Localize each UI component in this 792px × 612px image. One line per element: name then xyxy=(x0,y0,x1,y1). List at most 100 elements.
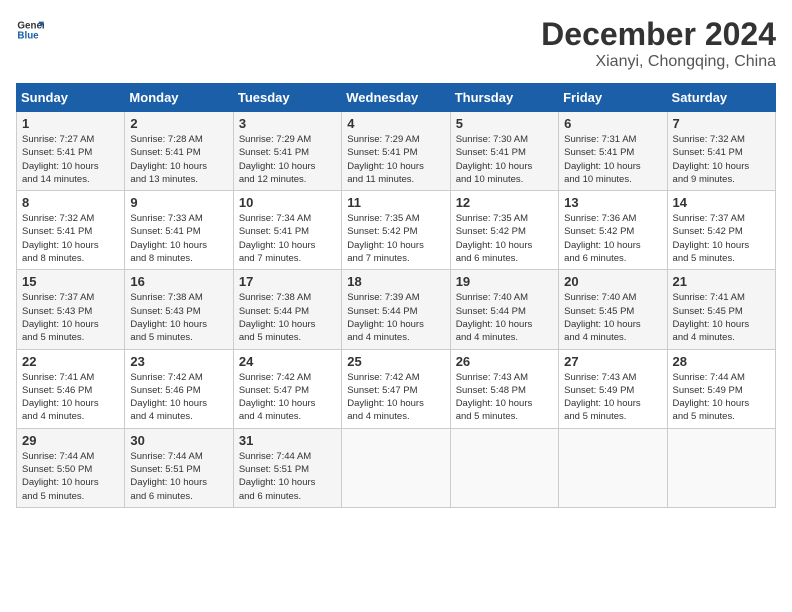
day-number: 24 xyxy=(239,354,336,369)
day-info: Sunrise: 7:37 AM Sunset: 5:43 PM Dayligh… xyxy=(22,291,119,344)
day-number: 14 xyxy=(673,195,770,210)
day-number: 25 xyxy=(347,354,444,369)
day-info: Sunrise: 7:30 AM Sunset: 5:41 PM Dayligh… xyxy=(456,133,553,186)
day-number: 30 xyxy=(130,433,227,448)
day-info: Sunrise: 7:34 AM Sunset: 5:41 PM Dayligh… xyxy=(239,212,336,265)
day-info: Sunrise: 7:42 AM Sunset: 5:47 PM Dayligh… xyxy=(347,371,444,424)
day-number: 28 xyxy=(673,354,770,369)
table-row: 22 Sunrise: 7:41 AM Sunset: 5:46 PM Dayli… xyxy=(17,349,125,428)
day-number: 7 xyxy=(673,116,770,131)
day-number: 3 xyxy=(239,116,336,131)
day-info: Sunrise: 7:38 AM Sunset: 5:43 PM Dayligh… xyxy=(130,291,227,344)
calendar-row-3: 22 Sunrise: 7:41 AM Sunset: 5:46 PM Dayli… xyxy=(17,349,776,428)
table-row: 6Sunrise: 7:31 AM Sunset: 5:41 PM Daylig… xyxy=(559,112,667,191)
table-row: 27 Sunrise: 7:43 AM Sunset: 5:49 PM Dayli… xyxy=(559,349,667,428)
day-info: Sunrise: 7:27 AM Sunset: 5:41 PM Dayligh… xyxy=(22,133,119,186)
day-info: Sunrise: 7:29 AM Sunset: 5:41 PM Dayligh… xyxy=(347,133,444,186)
day-number: 5 xyxy=(456,116,553,131)
day-info: Sunrise: 7:28 AM Sunset: 5:41 PM Dayligh… xyxy=(130,133,227,186)
day-info: Sunrise: 7:44 AM Sunset: 5:49 PM Dayligh… xyxy=(673,371,770,424)
day-number: 21 xyxy=(673,274,770,289)
day-number: 16 xyxy=(130,274,227,289)
day-info: Sunrise: 7:39 AM Sunset: 5:44 PM Dayligh… xyxy=(347,291,444,344)
calendar-row-1: 8 Sunrise: 7:32 AM Sunset: 5:41 PM Daylig… xyxy=(17,191,776,270)
table-row: 24 Sunrise: 7:42 AM Sunset: 5:47 PM Dayli… xyxy=(233,349,341,428)
day-info: Sunrise: 7:40 AM Sunset: 5:45 PM Dayligh… xyxy=(564,291,661,344)
table-row: 21 Sunrise: 7:41 AM Sunset: 5:45 PM Dayli… xyxy=(667,270,775,349)
day-number: 20 xyxy=(564,274,661,289)
table-row: 7 Sunrise: 7:32 AM Sunset: 5:41 PM Daylig… xyxy=(667,112,775,191)
table-row: 20 Sunrise: 7:40 AM Sunset: 5:45 PM Dayli… xyxy=(559,270,667,349)
table-row: 10 Sunrise: 7:34 AM Sunset: 5:41 PM Dayli… xyxy=(233,191,341,270)
table-row: 3Sunrise: 7:29 AM Sunset: 5:41 PM Daylig… xyxy=(233,112,341,191)
day-number: 8 xyxy=(22,195,119,210)
col-monday: Monday xyxy=(125,84,233,112)
day-number: 18 xyxy=(347,274,444,289)
table-row xyxy=(450,428,558,507)
table-row: 8 Sunrise: 7:32 AM Sunset: 5:41 PM Daylig… xyxy=(17,191,125,270)
table-row: 26 Sunrise: 7:43 AM Sunset: 5:48 PM Dayli… xyxy=(450,349,558,428)
table-row: 19 Sunrise: 7:40 AM Sunset: 5:44 PM Dayli… xyxy=(450,270,558,349)
day-info: Sunrise: 7:32 AM Sunset: 5:41 PM Dayligh… xyxy=(673,133,770,186)
table-row: 14 Sunrise: 7:37 AM Sunset: 5:42 PM Dayli… xyxy=(667,191,775,270)
table-row: 12 Sunrise: 7:35 AM Sunset: 5:42 PM Dayli… xyxy=(450,191,558,270)
table-row: 11Sunrise: 7:35 AM Sunset: 5:42 PM Dayli… xyxy=(342,191,450,270)
day-number: 10 xyxy=(239,195,336,210)
title-block: December 2024 Xianyi, Chongqing, China xyxy=(541,16,776,71)
day-number: 22 xyxy=(22,354,119,369)
day-info: Sunrise: 7:41 AM Sunset: 5:45 PM Dayligh… xyxy=(673,291,770,344)
table-row: 25 Sunrise: 7:42 AM Sunset: 5:47 PM Dayli… xyxy=(342,349,450,428)
day-number: 17 xyxy=(239,274,336,289)
col-wednesday: Wednesday xyxy=(342,84,450,112)
day-number: 27 xyxy=(564,354,661,369)
table-row: 30 Sunrise: 7:44 AM Sunset: 5:51 PM Dayli… xyxy=(125,428,233,507)
day-info: Sunrise: 7:42 AM Sunset: 5:47 PM Dayligh… xyxy=(239,371,336,424)
table-row: 28 Sunrise: 7:44 AM Sunset: 5:49 PM Dayli… xyxy=(667,349,775,428)
table-row: 18 Sunrise: 7:39 AM Sunset: 5:44 PM Dayli… xyxy=(342,270,450,349)
day-info: Sunrise: 7:32 AM Sunset: 5:41 PM Dayligh… xyxy=(22,212,119,265)
calendar-row-2: 15 Sunrise: 7:37 AM Sunset: 5:43 PM Dayli… xyxy=(17,270,776,349)
day-info: Sunrise: 7:42 AM Sunset: 5:46 PM Dayligh… xyxy=(130,371,227,424)
day-number: 13 xyxy=(564,195,661,210)
day-number: 2 xyxy=(130,116,227,131)
logo: General Blue xyxy=(16,16,44,44)
calendar-header-row: Sunday Monday Tuesday Wednesday Thursday… xyxy=(17,84,776,112)
day-number: 15 xyxy=(22,274,119,289)
day-info: Sunrise: 7:36 AM Sunset: 5:42 PM Dayligh… xyxy=(564,212,661,265)
day-number: 1 xyxy=(22,116,119,131)
day-info: Sunrise: 7:43 AM Sunset: 5:49 PM Dayligh… xyxy=(564,371,661,424)
table-row: 23 Sunrise: 7:42 AM Sunset: 5:46 PM Dayli… xyxy=(125,349,233,428)
table-row: 1 Sunrise: 7:27 AM Sunset: 5:41 PM Daylig… xyxy=(17,112,125,191)
table-row: 16 Sunrise: 7:38 AM Sunset: 5:43 PM Dayli… xyxy=(125,270,233,349)
day-info: Sunrise: 7:41 AM Sunset: 5:46 PM Dayligh… xyxy=(22,371,119,424)
table-row: 13 Sunrise: 7:36 AM Sunset: 5:42 PM Dayli… xyxy=(559,191,667,270)
day-number: 26 xyxy=(456,354,553,369)
table-row xyxy=(559,428,667,507)
calendar: Sunday Monday Tuesday Wednesday Thursday… xyxy=(16,83,776,508)
table-row xyxy=(342,428,450,507)
day-info: Sunrise: 7:43 AM Sunset: 5:48 PM Dayligh… xyxy=(456,371,553,424)
day-info: Sunrise: 7:44 AM Sunset: 5:51 PM Dayligh… xyxy=(130,450,227,503)
table-row: 17Sunrise: 7:38 AM Sunset: 5:44 PM Dayli… xyxy=(233,270,341,349)
day-number: 6 xyxy=(564,116,661,131)
location: Xianyi, Chongqing, China xyxy=(541,53,776,71)
logo-icon: General Blue xyxy=(16,16,44,44)
day-number: 19 xyxy=(456,274,553,289)
day-info: Sunrise: 7:35 AM Sunset: 5:42 PM Dayligh… xyxy=(347,212,444,265)
col-tuesday: Tuesday xyxy=(233,84,341,112)
day-info: Sunrise: 7:40 AM Sunset: 5:44 PM Dayligh… xyxy=(456,291,553,344)
table-row: 9Sunrise: 7:33 AM Sunset: 5:41 PM Daylig… xyxy=(125,191,233,270)
day-info: Sunrise: 7:35 AM Sunset: 5:42 PM Dayligh… xyxy=(456,212,553,265)
table-row: 29Sunrise: 7:44 AM Sunset: 5:50 PM Dayli… xyxy=(17,428,125,507)
day-info: Sunrise: 7:44 AM Sunset: 5:51 PM Dayligh… xyxy=(239,450,336,503)
day-number: 9 xyxy=(130,195,227,210)
day-number: 31 xyxy=(239,433,336,448)
page-header: General Blue December 2024 Xianyi, Chong… xyxy=(16,16,776,71)
day-number: 23 xyxy=(130,354,227,369)
calendar-row-0: 1 Sunrise: 7:27 AM Sunset: 5:41 PM Daylig… xyxy=(17,112,776,191)
month-title: December 2024 xyxy=(541,16,776,53)
day-number: 12 xyxy=(456,195,553,210)
svg-text:Blue: Blue xyxy=(17,30,39,41)
table-row: 31 Sunrise: 7:44 AM Sunset: 5:51 PM Dayli… xyxy=(233,428,341,507)
day-info: Sunrise: 7:37 AM Sunset: 5:42 PM Dayligh… xyxy=(673,212,770,265)
